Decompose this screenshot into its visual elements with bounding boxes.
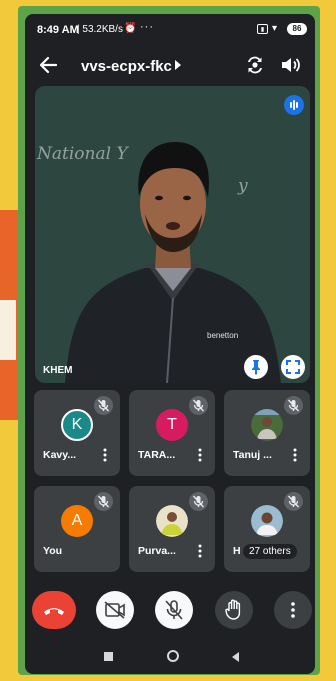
fullscreen-icon[interactable] (281, 355, 305, 379)
alarm-icon: ⏰ (124, 23, 137, 34)
participant-tile-self[interactable]: A You (34, 486, 120, 572)
more-vert-icon[interactable] (197, 448, 203, 462)
background-stripe-light (0, 300, 16, 360)
home-nav-button[interactable] (167, 650, 179, 662)
end-call-icon (44, 608, 64, 615)
avatar: A (61, 505, 93, 537)
svg-text:benetton: benetton (207, 331, 238, 340)
more-vert-icon[interactable] (197, 544, 203, 558)
participant-tile[interactable]: Purva... (129, 486, 215, 572)
participant-name: Tanuj ... (233, 449, 272, 461)
more-vert-icon[interactable] (102, 448, 108, 462)
switch-camera-icon[interactable] (243, 53, 267, 77)
status-bar: 8:49 AM | 53.2KB/s ⏰ ··· ▮ ▾ 86 (25, 14, 315, 44)
mic-off-icon (189, 492, 208, 511)
participant-name: H (233, 545, 241, 557)
participant-tile[interactable]: H 27 others (224, 486, 310, 572)
back-nav-button[interactable] (230, 651, 240, 663)
network-speed: | 53.2KB/s (77, 24, 123, 35)
speaking-indicator-icon (284, 95, 304, 115)
meeting-code[interactable]: vvs-ecpx-fkc (81, 58, 172, 75)
participant-name: Purva... (138, 545, 176, 557)
pin-icon[interactable] (244, 355, 268, 379)
main-video-tile[interactable]: National Y y benetton KHEM (35, 86, 310, 383)
mic-toggle-button[interactable] (155, 591, 193, 629)
more-options-button[interactable] (274, 591, 312, 629)
back-arrow-icon[interactable] (37, 54, 59, 76)
participant-name: TARA... (138, 449, 176, 461)
caret-right-icon[interactable] (172, 58, 184, 72)
camera-toggle-button[interactable] (96, 591, 134, 629)
main-participant-name: KHEM (43, 365, 73, 376)
avatar-photo (251, 409, 283, 441)
speaker-video: benetton (65, 142, 281, 383)
battery-indicator: 86 (287, 23, 307, 35)
sim-signal-icon: ▮ (257, 24, 268, 34)
mic-off-icon (165, 600, 183, 620)
camera-off-icon (104, 601, 125, 619)
avatar: T (156, 409, 188, 441)
others-count-pill[interactable]: 27 others (243, 544, 297, 559)
mic-off-icon (94, 492, 113, 511)
mic-off-icon (284, 396, 303, 415)
more-vert-icon[interactable] (292, 448, 298, 462)
mic-off-icon (94, 396, 113, 415)
status-more: ··· (140, 21, 154, 33)
call-header: vvs-ecpx-fkc (25, 48, 315, 84)
avatar-photo (156, 505, 188, 537)
end-call-button[interactable] (32, 591, 76, 629)
status-time: 8:49 AM (37, 24, 79, 36)
participant-name: You (43, 545, 63, 557)
participant-tile[interactable]: K Kavy... (34, 390, 120, 476)
speaker-icon[interactable] (279, 54, 301, 76)
wifi-icon: ▾ (272, 23, 278, 34)
participant-tile[interactable]: Tanuj ... (224, 390, 310, 476)
raise-hand-icon (225, 599, 241, 620)
raise-hand-button[interactable] (215, 591, 253, 629)
avatar: K (61, 409, 93, 441)
avatar-photo (251, 505, 283, 537)
mic-off-icon (284, 492, 303, 511)
participant-tile[interactable]: T TARA... (129, 390, 215, 476)
mic-off-icon (189, 396, 208, 415)
participant-name: Kavy... (43, 449, 77, 461)
recents-nav-button[interactable] (104, 652, 113, 661)
more-vert-icon (291, 602, 295, 618)
meet-call-screen: 8:49 AM | 53.2KB/s ⏰ ··· ▮ ▾ 86 vvs-ecpx… (25, 14, 315, 674)
